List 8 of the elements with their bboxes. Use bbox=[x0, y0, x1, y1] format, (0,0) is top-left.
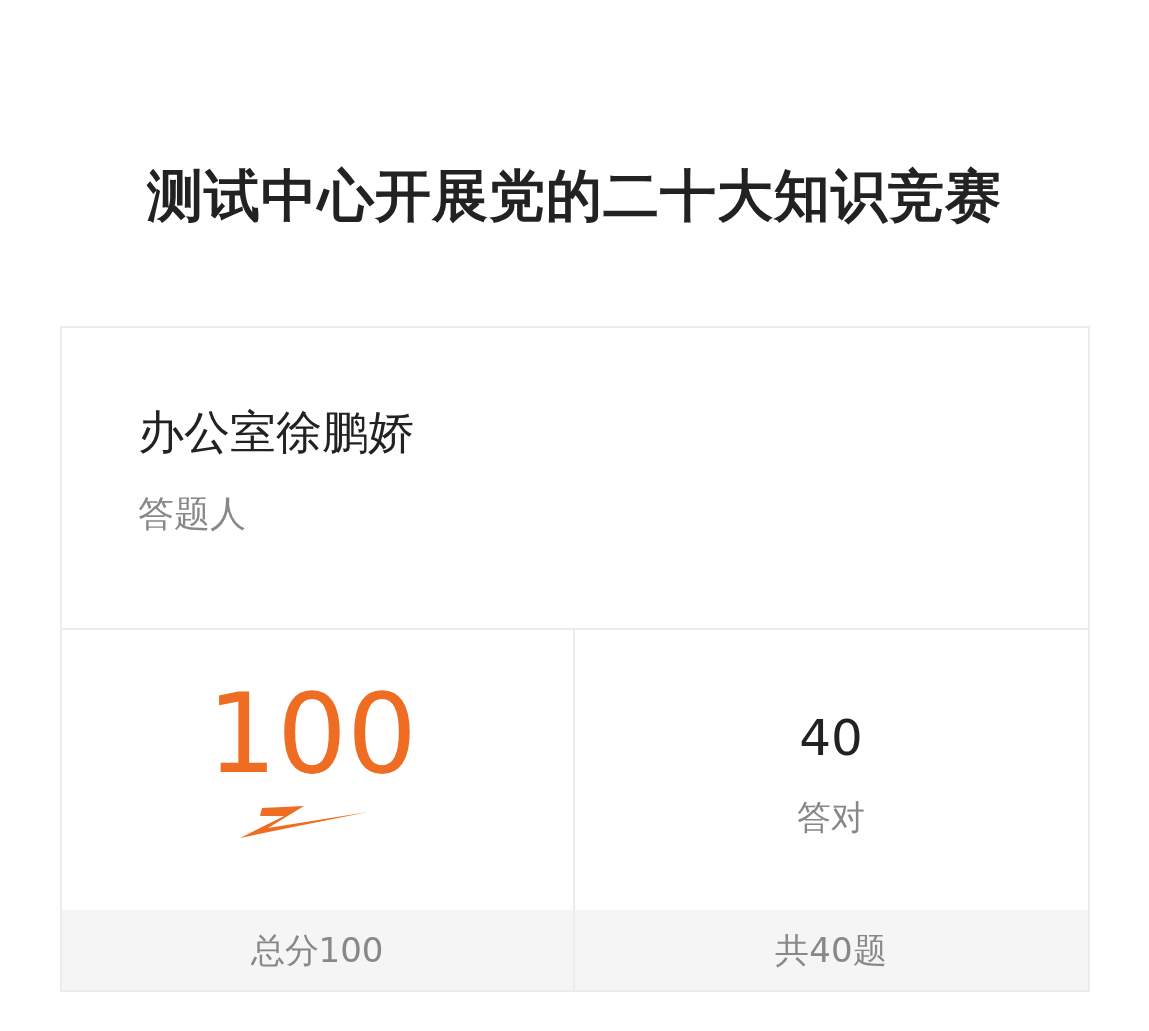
question-total: 共40题 bbox=[574, 910, 1088, 990]
correct-label: 答对 bbox=[797, 796, 865, 839]
score-footer: 总分100 bbox=[61, 910, 573, 990]
respondent-name: 办公室徐鹏娇 bbox=[137, 404, 415, 461]
total-score: 100 bbox=[207, 678, 417, 790]
correct-count: 40 bbox=[799, 708, 863, 768]
respondent-label: 答题人 bbox=[137, 492, 247, 536]
page-title: 测试中心开展党的二十大知识竞赛 bbox=[147, 162, 1002, 230]
